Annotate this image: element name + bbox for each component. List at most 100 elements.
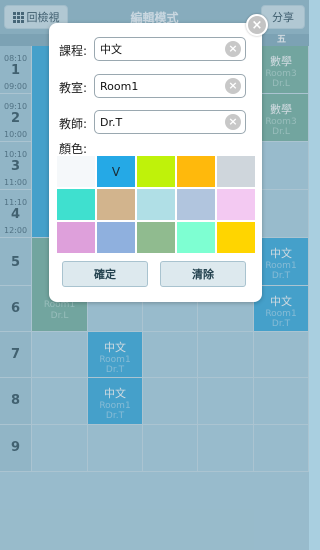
color-swatch[interactable] (57, 189, 95, 220)
confirm-button[interactable]: 確定 (62, 261, 148, 287)
empty-cell[interactable] (143, 425, 198, 472)
color-swatch[interactable] (137, 189, 175, 220)
color-swatch[interactable] (57, 156, 95, 187)
empty-cell[interactable] (143, 332, 198, 378)
course-input-value: 中文 (100, 43, 122, 56)
course-input[interactable]: 中文 × (94, 37, 246, 61)
empty-cell[interactable] (254, 142, 309, 190)
period-start-time: 09:10 (4, 102, 28, 111)
course-room: Room1 (265, 309, 297, 319)
course-teacher: Dr.L (50, 311, 69, 321)
empty-cell[interactable] (198, 378, 254, 425)
color-swatch[interactable] (217, 189, 255, 220)
period-6: 6 (0, 286, 32, 332)
color-swatch[interactable] (217, 222, 255, 253)
empty-cell[interactable] (198, 425, 254, 472)
close-icon[interactable]: × (246, 14, 268, 36)
course-name: 中文 (104, 387, 126, 400)
course-name: 中文 (270, 295, 292, 308)
period-end-time: 12:00 (4, 226, 28, 235)
period-number: 9 (10, 440, 21, 455)
period-number: 2 (10, 111, 21, 126)
period-number: 6 (10, 301, 21, 316)
course-cell[interactable]: 中文 Room1 Dr.T (254, 286, 309, 332)
empty-cell[interactable] (254, 190, 309, 238)
period-7: 7 (0, 332, 32, 378)
course-teacher: Dr.T (271, 271, 291, 281)
period-number: 5 (10, 255, 21, 270)
course-teacher: Dr.L (272, 127, 290, 137)
course-name: 數學 (270, 103, 292, 116)
period-end-time: 11:00 (4, 178, 28, 187)
period-start-time: 10:10 (4, 150, 28, 159)
empty-cell[interactable] (88, 425, 143, 472)
period-number: 4 (10, 207, 21, 222)
course-name: 中文 (270, 247, 292, 260)
empty-cell[interactable] (254, 332, 309, 378)
period-3: 10:10 3 11:00 (0, 142, 32, 190)
period-4: 11:10 4 12:00 (0, 190, 32, 238)
clear-icon[interactable]: × (225, 41, 241, 57)
color-swatch[interactable] (97, 189, 135, 220)
color-swatch[interactable] (217, 156, 255, 187)
empty-cell[interactable] (32, 425, 88, 472)
color-swatch[interactable] (177, 222, 215, 253)
course-name: 中文 (104, 341, 126, 354)
teacher-input-value: Dr.T (100, 115, 123, 129)
course-room: Room3 (265, 69, 297, 79)
color-label: 顏色: (59, 142, 88, 156)
period-start-time: 08:10 (4, 54, 28, 63)
course-room: Room1 (99, 401, 131, 411)
course-teacher: Dr.L (272, 79, 290, 89)
color-swatch[interactable] (137, 156, 175, 187)
course-room: Room3 (265, 117, 297, 127)
period-8: 8 (0, 378, 32, 425)
period-5: 5 (0, 238, 32, 286)
course-teacher: Dr.T (105, 411, 125, 421)
empty-cell[interactable] (32, 332, 88, 378)
course-cell[interactable]: 中文 Room1 Dr.T (88, 378, 143, 425)
color-swatch[interactable] (57, 222, 95, 253)
course-label: 課程: (59, 44, 88, 58)
period-end-time: 09:00 (4, 82, 28, 91)
course-room: Room1 (265, 261, 297, 271)
color-swatch-selected[interactable]: V (97, 156, 135, 187)
empty-cell[interactable] (254, 425, 309, 472)
course-name: 數學 (270, 55, 292, 68)
color-swatch[interactable] (177, 189, 215, 220)
clear-icon[interactable]: × (225, 78, 241, 94)
course-teacher: Dr.T (271, 319, 291, 329)
teacher-label: 教師: (59, 117, 88, 131)
course-room: Room1 (99, 355, 131, 365)
empty-cell[interactable] (198, 332, 254, 378)
edit-course-dialog: 課程: 中文 × 教室: Room1 × 教師: Dr.T × 顏色: V 確定… (49, 23, 262, 302)
empty-cell[interactable] (143, 378, 198, 425)
selected-check-mark: V (111, 164, 121, 179)
period-end-time: 10:00 (4, 130, 28, 139)
period-number: 8 (10, 393, 21, 408)
teacher-input[interactable]: Dr.T × (94, 110, 246, 134)
clear-icon[interactable]: × (225, 114, 241, 130)
period-number: 7 (10, 347, 21, 362)
period-1: 08:10 1 09:00 (0, 46, 32, 94)
course-cell[interactable]: 中文 Room1 Dr.T (254, 238, 309, 286)
course-cell[interactable]: 中文 Room1 Dr.T (88, 332, 143, 378)
color-swatch[interactable] (137, 222, 175, 253)
empty-cell[interactable] (254, 378, 309, 425)
course-cell[interactable]: 數學 Room3 Dr.L (254, 94, 309, 142)
course-teacher: Dr.T (105, 365, 125, 375)
period-2: 09:10 2 10:00 (0, 94, 32, 142)
empty-cell[interactable] (32, 378, 88, 425)
color-palette: V (57, 156, 255, 254)
period-number: 3 (10, 159, 21, 174)
clear-button[interactable]: 清除 (160, 261, 246, 287)
room-input[interactable]: Room1 × (94, 74, 246, 98)
room-label: 教室: (59, 81, 88, 95)
period-start-time: 11:10 (4, 198, 28, 207)
day-header-fri: 五 (276, 35, 286, 45)
course-cell[interactable]: 數學 Room3 Dr.L (254, 46, 309, 94)
color-swatch[interactable] (97, 222, 135, 253)
period-number: 1 (10, 63, 21, 78)
room-input-value: Room1 (100, 79, 139, 93)
color-swatch[interactable] (177, 156, 215, 187)
